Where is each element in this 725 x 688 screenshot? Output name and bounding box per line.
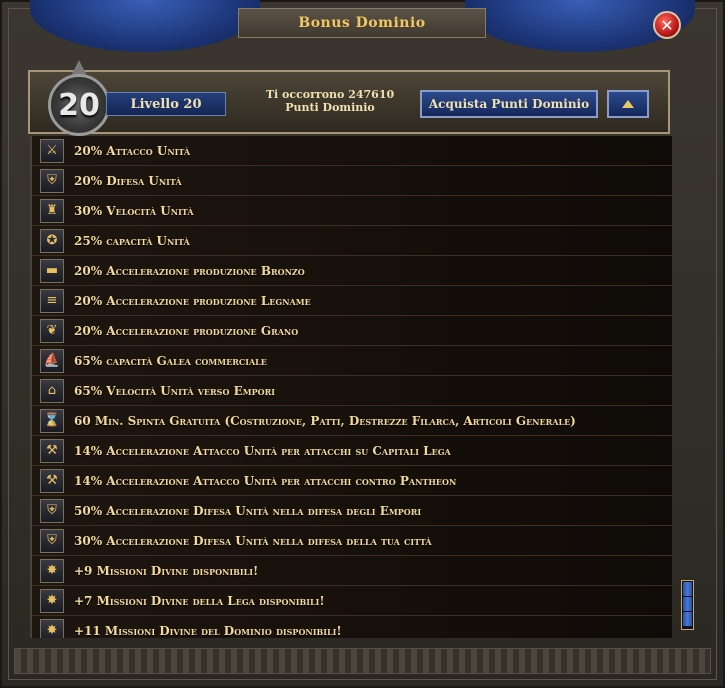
bonus-row: ❦ 20% Accelerazione produzione Grano [32, 316, 672, 346]
bonus-text: 20% Accelerazione produzione Grano [74, 323, 299, 338]
bonus-row: ≡ 20% Accelerazione produzione Legname [32, 286, 672, 316]
points-needed-line2: Punti Dominio [285, 101, 375, 114]
emporium-icon: ⌂ [40, 378, 64, 403]
bonus-text: +9 Missioni Divine disponibili! [74, 563, 259, 578]
hourglass-icon: ⌛ [40, 408, 64, 433]
bonus-text: 14% Accelerazione Attacco Unità per atta… [74, 473, 457, 488]
bonus-text: 20% Accelerazione produzione Bronzo [74, 263, 305, 278]
bonus-text: 20% Accelerazione produzione Legname [74, 293, 311, 308]
bonus-text: 30% Accelerazione Difesa Unità nella dif… [74, 533, 432, 548]
bonus-row: ⛨ 20% Difesa Unità [32, 166, 672, 196]
bonus-text: 65% capacità Galea commerciale [74, 353, 267, 368]
bonus-row: ⛵ 65% capacità Galea commerciale [32, 346, 672, 376]
bonus-text: 20% Difesa Unità [74, 173, 182, 188]
bonus-row: ▬ 20% Accelerazione produzione Bronzo [32, 256, 672, 286]
timber-icon: ≡ [40, 288, 64, 313]
level-badge: 20 [44, 60, 114, 140]
close-icon: ✕ [660, 15, 674, 35]
bonus-row: ✸ +11 Missioni Divine del Dominio disponi… [32, 616, 672, 638]
bonus-row: ⚒ 14% Accelerazione Attacco Unità per att… [32, 466, 672, 496]
badge-ring: 20 [48, 74, 110, 136]
bottom-border [14, 648, 711, 674]
arrow-up-icon [622, 100, 634, 108]
capital-attack-icon: ⚒ [40, 438, 64, 463]
bonus-row: ⚒ 14% Accelerazione Attacco Unità per att… [32, 436, 672, 466]
bonus-row: ✸ +7 Missioni Divine della Lega disponibi… [32, 586, 672, 616]
galley-icon: ⛵ [40, 348, 64, 373]
pantheon-attack-icon: ⚒ [40, 468, 64, 493]
bonus-row: ⌛ 60 Min. Spinta Gratuita (Costruzione, P… [32, 406, 672, 436]
bonus-row: ⌂ 65% Velocità Unità verso Empori [32, 376, 672, 406]
city-defense-icon: ⛨ [40, 528, 64, 553]
scrollbar-segment [683, 597, 692, 611]
bonus-row: ⛨ 50% Accelerazione Difesa Unità nella di… [32, 496, 672, 526]
bonus-text: +7 Missioni Divine della Lega disponibil… [74, 593, 325, 608]
divine-mission-icon: ✸ [40, 558, 64, 583]
bonus-row: ♜ 30% Velocità Unità [32, 196, 672, 226]
league-mission-icon: ✸ [40, 588, 64, 613]
level-number: 20 [58, 87, 100, 123]
shield-icon: ⛨ [40, 168, 64, 193]
points-needed-line1: Ti occorrono 247610 [265, 88, 395, 101]
emporium-defense-icon: ⛨ [40, 498, 64, 523]
domain-mission-icon: ✸ [40, 618, 64, 638]
sack-icon: ✪ [40, 228, 64, 253]
bonus-text: 60 Min. Spinta Gratuita (Costruzione, Pa… [74, 413, 576, 428]
points-needed: Ti occorrono 247610 Punti Dominio [240, 88, 420, 114]
bonus-text: 20% Attacco Unità [74, 143, 191, 158]
bonus-text: 14% Accelerazione Attacco Unità per atta… [74, 443, 451, 458]
window-title: Bonus Dominio [238, 8, 486, 38]
grain-icon: ❦ [40, 318, 64, 343]
buy-points-button[interactable]: Acquista Punti Dominio [420, 90, 598, 118]
bonus-text: 65% Velocità Unità verso Empori [74, 383, 275, 398]
helmet-icon: ♜ [40, 198, 64, 223]
scrollbar-segment [683, 612, 692, 626]
bonus-row: ✪ 25% capacità Unità [32, 226, 672, 256]
bonus-row: ⛨ 30% Accelerazione Difesa Unità nella di… [32, 526, 672, 556]
collapse-button[interactable] [607, 90, 649, 118]
bronze-icon: ▬ [40, 258, 64, 283]
bonus-text: 30% Velocità Unità [74, 203, 194, 218]
bonus-text: +11 Missioni Divine del Dominio disponib… [74, 623, 342, 638]
swords-icon: ⚔ [40, 138, 64, 163]
level-label: Livello 20 [106, 92, 226, 116]
scrollbar-segment [683, 582, 692, 596]
scrollbar[interactable] [681, 580, 694, 630]
bonus-text: 25% capacità Unità [74, 233, 190, 248]
bonus-row: ✸ +9 Missioni Divine disponibili! [32, 556, 672, 586]
bonus-list: ⚔ 20% Attacco Unità ⛨ 20% Difesa Unità ♜ 30% … [30, 136, 672, 638]
bonus-text: 50% Accelerazione Difesa Unità nella dif… [74, 503, 422, 518]
close-button[interactable]: ✕ [653, 11, 681, 39]
bonus-row: ⚔ 20% Attacco Unità [32, 136, 672, 166]
